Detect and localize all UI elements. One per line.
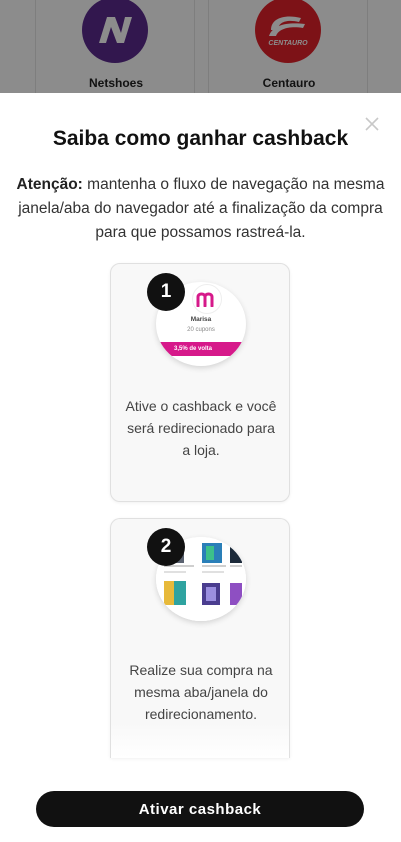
step-number: 1 — [147, 273, 185, 311]
marisa-logo — [192, 284, 222, 314]
step-card-2: 2 Realize sua compra na mesma aba/janela… — [110, 518, 290, 758]
step-number: 2 — [147, 528, 185, 566]
illustration-cashback-band: 3,5% de volta — [156, 342, 246, 356]
illustration-coupons: 20 cupons — [187, 327, 215, 333]
step-text: Ative o cashback e você será redireciona… — [125, 398, 277, 458]
step-text: Realize sua compra na mesma aba/janela d… — [129, 662, 273, 722]
activate-cashback-button[interactable]: Ativar cashback — [36, 791, 364, 827]
modal-title: Saiba como ganhar cashback — [52, 127, 349, 150]
cashback-info-modal: Saiba como ganhar cashback Atenção: mant… — [0, 93, 401, 842]
step-card-1: 1 Marisa 20 cupons 3,5% de volta Ative o… — [110, 263, 290, 502]
attention-text: Atenção: mantenha o fluxo de navegação n… — [16, 173, 385, 245]
background-store-list: Netshoes CENTAURO Centauro — [0, 0, 401, 93]
illustration-store-name: Marisa — [190, 316, 212, 323]
attention-label: Atenção: — [16, 176, 83, 193]
modal-overlay[interactable] — [0, 0, 401, 93]
